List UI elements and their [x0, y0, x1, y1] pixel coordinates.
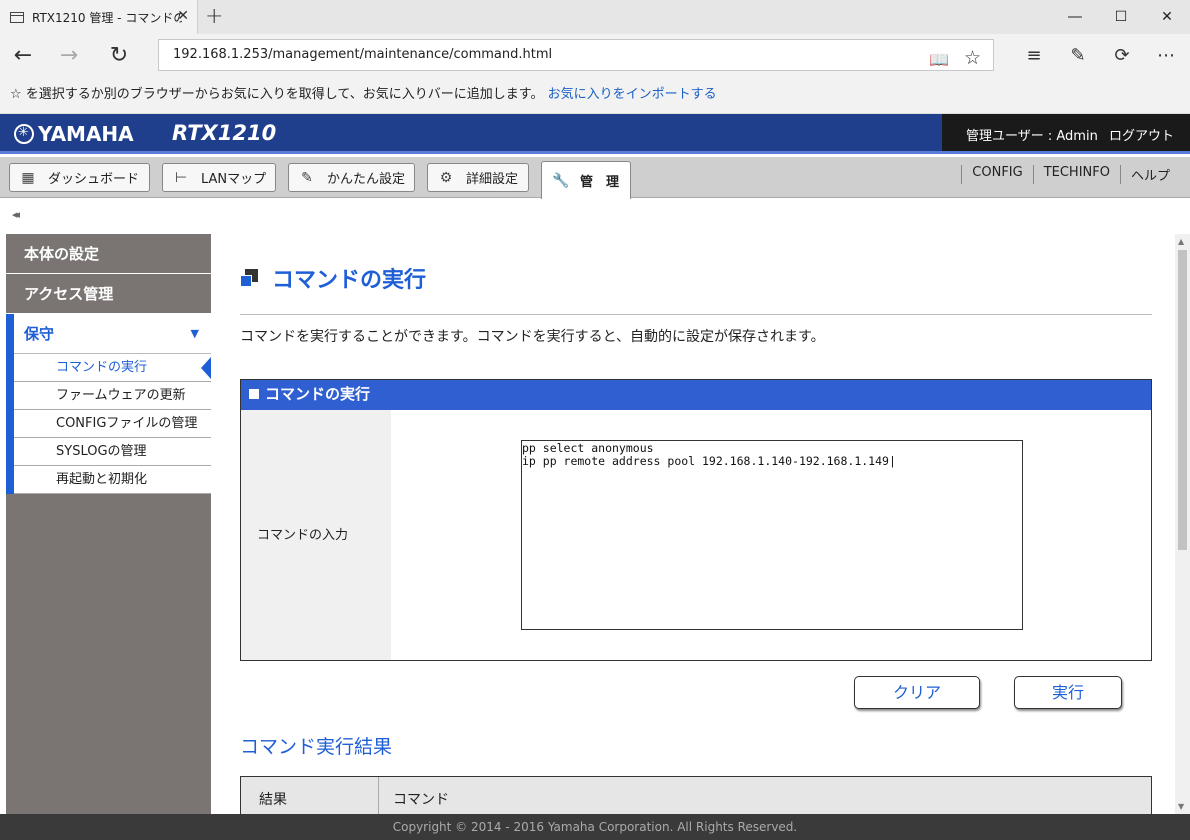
browser-tabbar: RTX1210 管理 - コマンドの ✕ + ― ☐ ✕ — [0, 0, 1190, 34]
main-tabs: ▦ ダッシュボード ⊢ LANマップ ✎ かんたん設定 ⚙ 詳細設定 🔧 管 理… — [0, 157, 1190, 199]
more-icon[interactable]: ⋯ — [1144, 34, 1188, 76]
refresh-icon[interactable]: ↻ — [96, 34, 142, 76]
tab-lan-map[interactable]: ⊢ LANマップ — [162, 163, 276, 192]
wand-icon: ✎ — [301, 169, 313, 186]
minimize-icon[interactable]: ― — [1052, 0, 1098, 34]
address-bar-row: ← → ↻ 192.168.1.253/management/maintenan… — [0, 34, 1190, 76]
command-box: コマンドの実行 コマンドの入力 pp select anonymous ip p… — [240, 379, 1152, 661]
tab-title: RTX1210 管理 - コマンドの — [32, 10, 182, 25]
help-link[interactable]: ヘルプ — [1119, 165, 1180, 184]
sidebar-item-config-file[interactable]: CONFIGファイルの管理 — [14, 410, 211, 438]
tab-easy-setup[interactable]: ✎ かんたん設定 — [288, 163, 415, 192]
techinfo-link[interactable]: TECHINFO — [1032, 165, 1120, 184]
forward-icon[interactable]: → — [46, 34, 92, 76]
page-title-text: コマンドの実行 — [272, 268, 427, 293]
sidebar-item-reboot-reset[interactable]: 再起動と初期化 — [14, 466, 211, 494]
command-input-label-cell: コマンドの入力 — [241, 410, 391, 660]
hub-icon[interactable]: ≡ — [1012, 34, 1056, 76]
column-divider — [378, 777, 379, 817]
tab-advanced-settings[interactable]: ⚙ 詳細設定 — [427, 163, 529, 192]
sidebar-item-device-settings[interactable]: 本体の設定 — [6, 234, 211, 274]
command-box-header: コマンドの実行 — [241, 380, 1151, 410]
favorites-bar: ☆ を選択するか別のブラウザーからお気に入りを取得して、お気に入りバーに追加しま… — [0, 76, 1190, 114]
tab-label: ダッシュボード — [48, 172, 140, 187]
sidebar-item-maintenance[interactable]: 保守 ▼ — [14, 314, 211, 354]
web-note-icon[interactable]: ✎ — [1056, 34, 1100, 76]
url-text: 192.168.1.253/management/maintenance/com… — [173, 47, 553, 62]
tab-label: かんたん設定 — [327, 172, 406, 187]
yamaha-logo: YAMAHA — [14, 122, 134, 146]
result-title: コマンド実行結果 — [240, 736, 393, 758]
sidebar-item-access-management[interactable]: アクセス管理 — [6, 274, 211, 314]
close-tab-icon[interactable]: ✕ — [177, 8, 189, 24]
group-title: 保守 — [24, 325, 55, 343]
scroll-up-icon[interactable]: ▲ — [1178, 237, 1184, 246]
user-box: 管理ユーザー : Admin ログアウト — [942, 114, 1190, 151]
tuning-fork-icon — [14, 124, 34, 144]
config-link[interactable]: CONFIG — [961, 165, 1032, 184]
title-square-icon — [240, 269, 258, 287]
back-icon[interactable]: ← — [0, 34, 46, 76]
command-input-label: コマンドの入力 — [257, 528, 349, 543]
logout-link[interactable]: ログアウト — [1109, 125, 1174, 144]
sidebar-group-maintenance: 保守 ▼ コマンドの実行 ファームウェアの更新 CONFIGファイルの管理 SY… — [6, 314, 211, 494]
wrench-icon: 🔧 — [552, 172, 570, 189]
page-title: コマンドの実行 — [240, 262, 426, 294]
run-button[interactable]: 実行 — [1014, 676, 1122, 709]
box-title: コマンドの実行 — [265, 385, 371, 403]
share-icon[interactable]: ⟳ — [1100, 34, 1144, 76]
sidebar: 本体の設定 アクセス管理 保守 ▼ コマンドの実行 ファームウェアの更新 CON… — [6, 234, 211, 814]
maximize-icon[interactable]: ☐ — [1098, 0, 1144, 34]
favorites-bar-text: ☆ を選択するか別のブラウザーからお気に入りを取得して、お気に入りバーに追加しま… — [10, 87, 544, 102]
top-links: CONFIG TECHINFO ヘルプ — [961, 165, 1180, 184]
sidebar-item-firmware-update[interactable]: ファームウェアの更新 — [14, 382, 211, 410]
caret-down-icon: ▼ — [190, 327, 199, 340]
scroll-down-icon[interactable]: ▼ — [1178, 802, 1184, 811]
sidebar-item-command-execution[interactable]: コマンドの実行 — [14, 354, 211, 382]
collapse-sidebar-icon[interactable]: ◂◂ — [12, 208, 20, 221]
model-name: RTX1210 — [172, 121, 277, 145]
scroll-thumb[interactable] — [1178, 250, 1187, 550]
page-icon — [10, 11, 24, 23]
copyright-footer: Copyright © 2014 - 2016 Yamaha Corporati… — [0, 814, 1190, 840]
tab-management[interactable]: 🔧 管 理 — [541, 161, 631, 199]
tab-label: 管 理 — [580, 175, 620, 190]
tab-dashboard[interactable]: ▦ ダッシュボード — [9, 163, 150, 192]
dashboard-icon: ▦ — [21, 169, 35, 186]
import-favorites-link[interactable]: お気に入りをインポートする — [548, 87, 717, 102]
result-column-header: 結果 — [259, 792, 287, 808]
command-textarea[interactable]: pp select anonymous ip pp remote address… — [521, 440, 1023, 630]
page-scrollbar[interactable]: ▲ ▼ — [1175, 234, 1190, 814]
url-field[interactable]: 192.168.1.253/management/maintenance/com… — [158, 39, 994, 71]
brand-name: YAMAHA — [38, 122, 134, 146]
gear-icon: ⚙ — [439, 169, 453, 186]
favorite-star-icon[interactable]: ☆ — [964, 43, 981, 73]
tab-label: 詳細設定 — [466, 172, 519, 187]
square-bullet-icon — [249, 389, 259, 399]
result-table-header: 結果 コマンド — [240, 776, 1152, 817]
page-description: コマンドを実行することができます。コマンドを実行すると、自動的に設定が保存されま… — [240, 329, 825, 345]
clear-button[interactable]: クリア — [854, 676, 980, 709]
lan-map-icon: ⊢ — [174, 169, 188, 186]
new-tab-icon[interactable]: + — [205, 4, 223, 29]
sidebar-item-syslog[interactable]: SYSLOGの管理 — [14, 438, 211, 466]
command-column-header: コマンド — [393, 792, 449, 808]
tab-label: LANマップ — [201, 172, 267, 187]
browser-tab[interactable]: RTX1210 管理 - コマンドの ✕ — [0, 0, 198, 34]
close-window-icon[interactable]: ✕ — [1144, 0, 1190, 34]
title-divider — [240, 314, 1152, 315]
user-label: 管理ユーザー : Admin — [966, 129, 1098, 144]
app-header: YAMAHA RTX1210 管理ユーザー : Admin ログアウト — [0, 114, 1190, 154]
reading-view-icon[interactable]: 📖 — [929, 45, 949, 75]
